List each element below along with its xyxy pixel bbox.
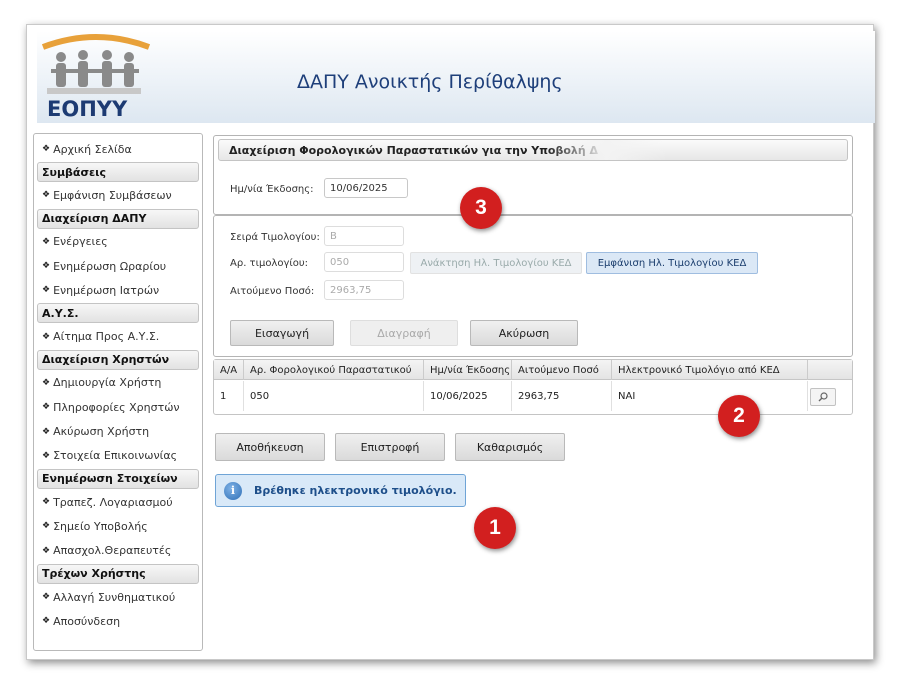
cell-issue-date: 10/06/2025 [424,381,512,411]
sidebar-item[interactable]: ❖ Σημείο Υποβολής [34,514,202,538]
bullet-icon: ❖ [42,497,51,508]
callout-badge-1: 1 [474,507,516,549]
bullet-icon: ❖ [42,545,51,556]
sidebar-item-label: Αρχική Σελίδα [53,142,132,156]
col-aa: Α/Α [214,360,244,380]
sidebar-item-label: Εμφάνιση Συμβάσεων [53,188,172,202]
logo-caption [47,88,141,94]
logo-text: ΕΟΠΥΥ [47,97,128,121]
magnifier-icon [818,392,828,402]
bullet-icon: ❖ [42,190,51,201]
sidebar-item[interactable]: ❖ Στοιχεία Επικοινωνίας [34,444,202,468]
amount-label: Αιτούμενο Ποσό: [230,286,315,297]
issue-date-label: Ημ/νία Έκδοσης: [230,184,314,195]
sidebar-item[interactable]: ❖ Ενημέρωση Ιατρών [34,278,202,302]
view-details-button[interactable] [810,388,836,406]
insert-button[interactable]: Εισαγωγή [230,320,334,346]
sidebar-menu: ❖ Αρχική Σελίδα Συμβάσεις ❖ Εμφάνιση Συμβάσε… [33,133,203,651]
cell-doc-number: 050 [244,381,424,411]
callout-badge-3: 3 [460,187,502,229]
series-input[interactable]: Β [324,226,404,246]
sidebar-section-header: Τρέχων Χρήστης [37,563,199,584]
bullet-icon: ❖ [42,592,51,602]
document-management-panel: Διαχείριση Φορολογικών Παραστατικών για … [213,135,853,215]
sidebar-item-label: Σημείο Υποβολής [53,519,148,533]
bullet-icon: ❖ [42,144,51,155]
retrieve-invoice-button[interactable]: Ανάκτηση Ηλ. Τιμολογίου ΚΕΔ [410,252,582,274]
table-header: Α/Α Αρ. Φορολογικού Παραστατικού Ημ/νία … [214,360,852,380]
issue-date-input[interactable]: 10/06/2025 [324,178,408,198]
sidebar-item[interactable]: ❖ Τραπεζ. Λογαριασμού [34,490,202,514]
sidebar-item[interactable]: ❖ Αποσύνδεση [34,609,202,633]
sidebar-item[interactable]: ❖ Αρχική Σελίδα [34,137,202,161]
sidebar-item-label: Ενημέρωση Ιατρών [53,283,160,297]
bullet-icon: ❖ [42,285,51,296]
callout-badge-2: 2 [718,395,760,437]
sidebar-item-label: Ακύρωση Χρήστη [53,425,150,439]
sidebar-item[interactable]: ❖ Δημιουργία Χρήστη [34,371,202,395]
delete-button[interactable]: Διαγραφή [350,320,458,346]
col-amount: Αιτούμενο Ποσό [512,360,612,380]
invoice-panel: Σειρά Τιμολογίου: Β Αρ. τιμολογίου: 050 … [213,215,853,357]
sidebar-item[interactable]: ❖ Ενημέρωση Ωραρίου [34,254,202,278]
bullet-icon: ❖ [42,331,51,342]
app-window: ΕΟΠΥΥ ΔΑΠΥ Ανοικτής Περίθαλψης ❖ Αρχική Σ… [26,24,875,660]
sidebar-item-label: Απασχολ.Θεραπευτές [53,544,172,558]
bullet-icon: ❖ [42,402,51,413]
invoice-number-label: Αρ. τιμολογίου: [230,258,309,269]
show-invoice-button[interactable]: Εμφάνιση Ηλ. Τιμολογίου ΚΕΔ [586,252,758,274]
sidebar-item[interactable]: ❖ Αλλαγή Συνθηματικού [34,585,202,609]
sidebar-item[interactable]: ❖ Ενέργειες [34,230,202,254]
bullet-icon: ❖ [42,426,51,437]
sidebar-item[interactable]: ❖ Ακύρωση Χρήστη [34,419,202,443]
bullet-icon: ❖ [42,236,51,247]
sidebar-item[interactable]: ❖ Αίτημα Προς Α.Υ.Σ. [34,324,202,348]
cell-aa: 1 [214,381,244,411]
sidebar-item-label: Στοιχεία Επικοινωνίας [53,449,178,463]
info-message: i Βρέθηκε ηλεκτρονικό τιμολόγιο. [215,474,466,507]
col-e-invoice: Ηλεκτρονικό Τιμολόγιο από ΚΕΔ [612,360,808,380]
sidebar-item-label: Αίτημα Προς Α.Υ.Σ. [53,330,160,344]
bullet-icon: ❖ [42,616,51,627]
col-doc-number: Αρ. Φορολογικού Παραστατικού [244,360,424,380]
eopyy-logo: ΕΟΠΥΥ [41,33,151,121]
sidebar-item[interactable]: ❖ Πληροφορίες Χρηστών [34,395,202,419]
save-button[interactable]: Αποθήκευση [215,433,325,461]
bullet-icon: ❖ [42,261,51,272]
title-fade [547,140,667,160]
panel-title: Διαχείριση Φορολογικών Παραστατικών για … [218,139,848,161]
bullet-icon: ❖ [42,450,51,461]
sidebar-item-label: Αλλαγή Συνθηματικού [53,590,176,604]
sidebar-item-label: Ενέργειες [53,235,108,249]
info-icon: i [224,481,242,500]
sidebar-section-header: Συμβάσεις [37,162,199,183]
back-button[interactable]: Επιστροφή [335,433,445,461]
amount-input[interactable]: 2963,75 [324,280,404,300]
sidebar-section-header: Ενημέρωση Στοιχείων [37,468,199,489]
header: ΕΟΠΥΥ ΔΑΠΥ Ανοικτής Περίθαλψης [37,31,875,123]
sidebar-item-label: Αποσύνδεση [53,614,121,628]
sidebar-item[interactable]: ❖ Εμφάνιση Συμβάσεων [34,183,202,207]
sidebar-item-label: Ενημέρωση Ωραρίου [53,259,167,273]
info-message-text: Βρέθηκε ηλεκτρονικό τιμολόγιο. [254,484,457,497]
sidebar-section-header: Διαχείριση ΔΑΠΥ [37,208,199,229]
sidebar-section-header: Α.Υ.Σ. [37,303,199,324]
cell-amount: 2963,75 [512,381,612,411]
page-title: ΔΑΠΥ Ανοικτής Περίθαλψης [297,71,563,93]
clear-button[interactable]: Καθαρισμός [455,433,565,461]
sidebar-item-label: Δημιουργία Χρήστη [53,376,162,390]
logo-people-icon [41,34,151,87]
cancel-button[interactable]: Ακύρωση [470,320,578,346]
sidebar-item[interactable]: ❖ Απασχολ.Θεραπευτές [34,539,202,563]
col-issue-date: Ημ/νία Έκδοσης [424,360,512,380]
series-label: Σειρά Τιμολογίου: [230,232,320,243]
sidebar-item-label: Τραπεζ. Λογαριασμού [53,495,173,509]
sidebar-item-label: Πληροφορίες Χρηστών [53,400,180,414]
bullet-icon: ❖ [42,521,51,532]
cell-e-invoice: ΝΑΙ [612,381,808,411]
sidebar-section-header: Διαχείριση Χρηστών [37,349,199,370]
bullet-icon: ❖ [42,377,51,388]
invoice-number-input[interactable]: 050 [324,252,404,272]
